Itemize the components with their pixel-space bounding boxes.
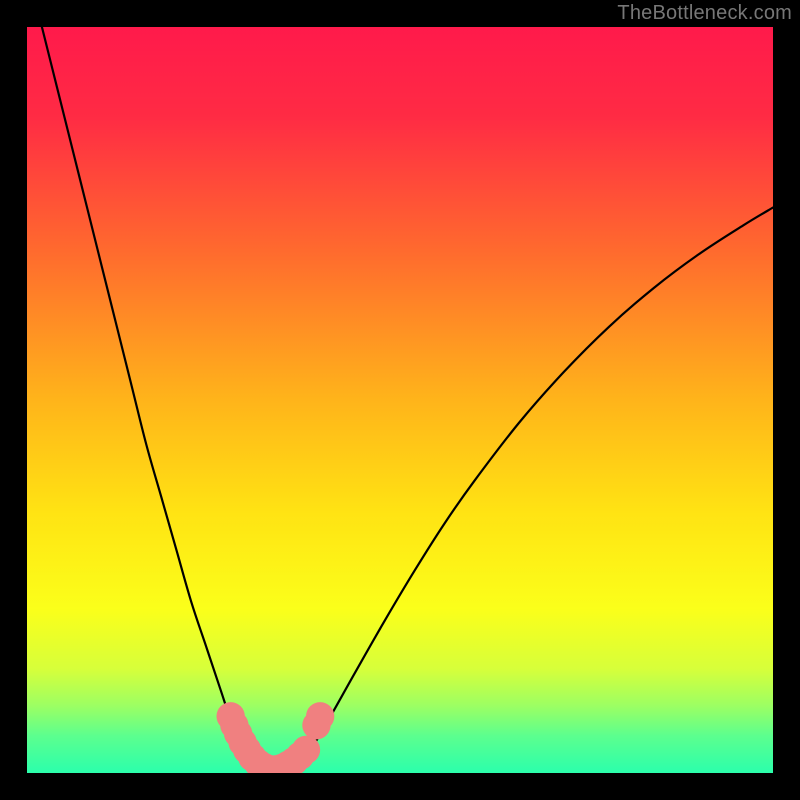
chart-frame: TheBottleneck.com — [0, 0, 800, 800]
marker-dot — [306, 702, 334, 730]
chart-svg — [27, 27, 773, 773]
chart-plot-area — [27, 27, 773, 773]
chart-background — [27, 27, 773, 773]
watermark-text: TheBottleneck.com — [617, 2, 792, 25]
marker-dot — [292, 736, 320, 764]
